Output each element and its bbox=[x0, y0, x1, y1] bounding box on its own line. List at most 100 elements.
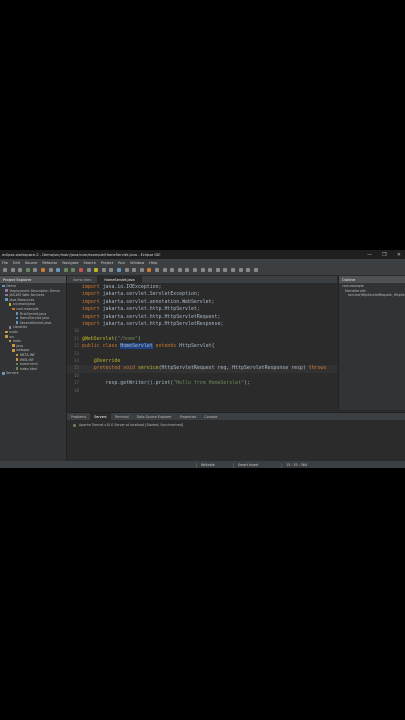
line-number bbox=[67, 284, 82, 291]
toolbar-button-icon[interactable] bbox=[223, 268, 228, 272]
toolbar-button-icon[interactable] bbox=[253, 268, 258, 272]
status-insert-mode: Smart Insert bbox=[238, 462, 259, 467]
toolbar-button-icon[interactable] bbox=[246, 268, 251, 272]
tree-item-label: index.html bbox=[19, 366, 38, 371]
status-bar: Writable Smart Insert 15 : 35 : 364 bbox=[0, 461, 405, 468]
toolbar-button-icon[interactable] bbox=[170, 268, 175, 272]
toolbar-button-icon[interactable] bbox=[25, 268, 30, 272]
toolbar bbox=[0, 266, 405, 276]
tree-item-label: Deployment Descriptor: Demo bbox=[9, 288, 60, 293]
server-label: Apache Tomcat v10.0 Server at localhost … bbox=[79, 423, 184, 427]
bottom-tabs: Problems Servers Terminal Data Source Explo… bbox=[67, 413, 405, 420]
tree-node-icon bbox=[5, 335, 8, 338]
outline-item[interactable]: service(HttpServletRequest, HttpServlet bbox=[342, 293, 405, 298]
toolbar-button-icon[interactable] bbox=[101, 268, 106, 272]
tree-item-label: FirstServlet.java bbox=[19, 311, 47, 316]
tree-node-icon bbox=[12, 307, 15, 311]
toolbar-button-icon[interactable] bbox=[238, 268, 243, 272]
tree-node-icon bbox=[15, 316, 19, 320]
toolbar-button-icon[interactable] bbox=[177, 268, 182, 272]
menu-item-edit[interactable]: Edit bbox=[13, 261, 20, 265]
line-number bbox=[67, 321, 82, 328]
bottom-tab-data-source-explorer[interactable]: Data Source Explorer bbox=[133, 415, 176, 419]
toolbar-button-icon[interactable] bbox=[3, 268, 7, 272]
toolbar-button-icon[interactable] bbox=[185, 268, 190, 272]
toolbar-button-icon[interactable] bbox=[132, 268, 137, 272]
menu-item-help[interactable]: Help bbox=[149, 261, 157, 265]
toolbar-button-icon[interactable] bbox=[33, 268, 38, 272]
line-number bbox=[67, 314, 82, 321]
toolbar-button-icon[interactable] bbox=[231, 268, 235, 272]
outline-title: Outline bbox=[342, 277, 356, 282]
line-number: 17 bbox=[73, 381, 79, 387]
tree-item-label: META-INF bbox=[19, 352, 36, 357]
editor-tabs: home.html HomeServlet.java bbox=[67, 276, 337, 283]
line-number: 15 bbox=[73, 366, 79, 372]
tree-node-icon bbox=[12, 349, 15, 352]
toolbar-button-icon[interactable] bbox=[56, 268, 61, 272]
line-number bbox=[67, 291, 82, 298]
outline-tree: com.example HomeServlet service(HttpServle… bbox=[339, 283, 405, 298]
toolbar-button-icon[interactable] bbox=[193, 268, 197, 272]
menu-item-file[interactable]: File bbox=[2, 261, 8, 265]
tree-item-label: build bbox=[9, 329, 18, 334]
menu-item-search[interactable]: Search bbox=[84, 261, 96, 265]
toolbar-button-icon[interactable] bbox=[71, 268, 76, 272]
toolbar-button-icon[interactable] bbox=[94, 268, 99, 272]
bottom-tab-terminal[interactable]: Terminal bbox=[111, 415, 133, 419]
window-title: eclipse-workspace-2 - Demo/src/main/java… bbox=[2, 252, 161, 257]
line-number: 12 bbox=[73, 344, 79, 350]
minimize-button[interactable]: — bbox=[367, 252, 372, 258]
menu-item-refactor[interactable]: Refactor bbox=[42, 261, 57, 265]
toolbar-button-icon[interactable] bbox=[18, 268, 23, 272]
menu-item-project[interactable]: Project bbox=[101, 261, 113, 265]
code-text: import java.io.IOException; bbox=[82, 284, 162, 290]
toolbar-button-icon[interactable] bbox=[200, 268, 205, 272]
toolbar-button-icon[interactable] bbox=[86, 268, 91, 272]
server-row[interactable]: Apache Tomcat v10.0 Server at localhost … bbox=[67, 420, 405, 427]
toolbar-button-icon[interactable] bbox=[208, 268, 213, 272]
status-writable: Writable bbox=[201, 462, 215, 467]
code-area[interactable]: import java.io.IOException; import jakart… bbox=[67, 283, 337, 395]
toolbar-button-icon[interactable] bbox=[48, 268, 53, 272]
code-line: import java.io.IOException; bbox=[67, 284, 337, 291]
code-line: 14 @Override bbox=[67, 358, 337, 365]
tree-node-icon bbox=[2, 371, 5, 375]
tree-item-label: home.html bbox=[19, 362, 38, 367]
toolbar-button-icon[interactable] bbox=[79, 268, 83, 272]
toolbar-button-icon[interactable] bbox=[215, 268, 220, 272]
toolbar-button-icon[interactable] bbox=[63, 268, 68, 272]
toolbar-button-icon[interactable] bbox=[10, 268, 15, 272]
tree-node-icon bbox=[15, 312, 19, 315]
outline-header: Outline bbox=[339, 276, 405, 283]
bottom-tab-console[interactable]: Console bbox=[200, 415, 221, 419]
maximize-button[interactable]: ❐ bbox=[382, 252, 386, 258]
toolbar-button-icon[interactable] bbox=[155, 268, 159, 272]
code-line: import jakarta.servlet.http.HttpServlet; bbox=[67, 306, 337, 313]
toolbar-button-icon[interactable] bbox=[147, 268, 152, 272]
code-line: 12 public class HomeServlet extends HttpS… bbox=[67, 343, 337, 350]
close-button[interactable]: ✕ bbox=[397, 252, 401, 258]
toolbar-button-icon[interactable] bbox=[124, 268, 129, 272]
eclipse-window: eclipse-workspace-2 - Demo/src/main/java… bbox=[0, 250, 405, 468]
outline-view: Outline com.example HomeServlet service(Ht… bbox=[338, 276, 405, 410]
menu-item-window[interactable]: Window bbox=[130, 261, 144, 265]
toolbar-button-icon[interactable] bbox=[117, 268, 121, 272]
bottom-tab-problems[interactable]: Problems bbox=[67, 415, 90, 419]
line-number bbox=[67, 299, 82, 306]
tree-item-label: webapp bbox=[16, 348, 30, 353]
toolbar-button-icon[interactable] bbox=[41, 268, 45, 272]
menu-item-run[interactable]: Run bbox=[118, 261, 125, 265]
bottom-tab-properties[interactable]: Properties bbox=[176, 415, 201, 419]
editor-tab[interactable]: HomeServlet.java bbox=[98, 276, 142, 283]
menu-item-source[interactable]: Source bbox=[25, 261, 37, 265]
tree-item[interactable]: Servers bbox=[0, 371, 66, 376]
menu-item-navigate[interactable]: Navigate bbox=[62, 261, 78, 265]
line-number bbox=[67, 306, 82, 313]
toolbar-button-icon[interactable] bbox=[139, 268, 144, 272]
toolbar-button-icon[interactable] bbox=[109, 268, 114, 272]
bottom-tab-servers[interactable]: Servers bbox=[90, 413, 111, 420]
code-line: import jakarta.servlet.ServletException; bbox=[67, 291, 337, 298]
editor-tab[interactable]: home.html bbox=[67, 276, 99, 283]
toolbar-button-icon[interactable] bbox=[162, 268, 167, 272]
